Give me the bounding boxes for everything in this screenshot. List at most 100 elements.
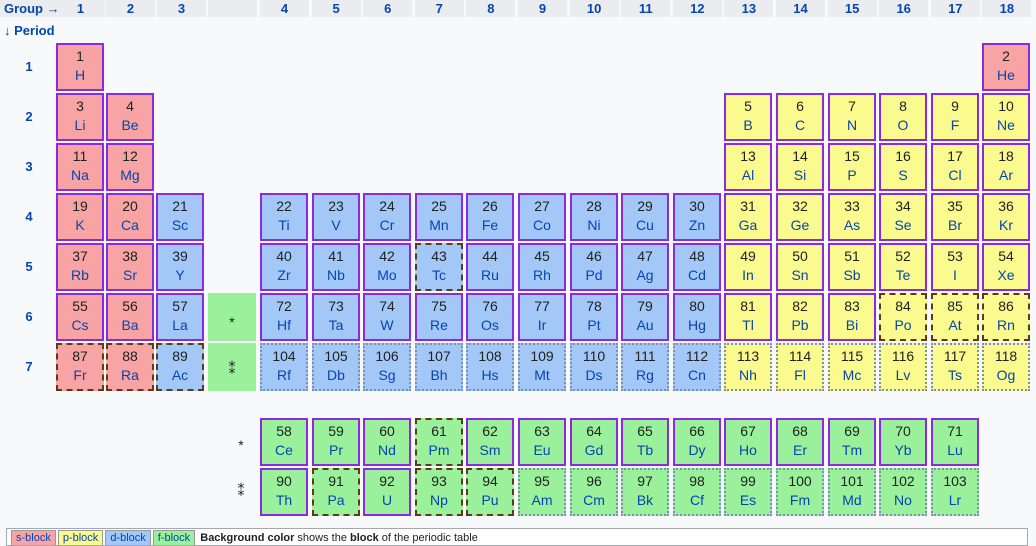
element-symbol[interactable]: Co (520, 215, 564, 235)
element-symbol[interactable]: No (881, 490, 925, 510)
element-symbol[interactable]: Y (158, 265, 202, 285)
element-se[interactable]: 34 Se (879, 193, 927, 241)
element-es[interactable]: 99 Es (724, 468, 772, 516)
element-symbol[interactable]: Tm (830, 440, 874, 460)
element-symbol[interactable]: As (830, 215, 874, 235)
element-symbol[interactable]: Pr (314, 440, 358, 460)
element-symbol[interactable]: Ni (572, 215, 616, 235)
element-ca[interactable]: 20 Ca (106, 193, 154, 241)
element-symbol[interactable]: Cu (623, 215, 667, 235)
element-pm[interactable]: 61 Pm (415, 418, 463, 466)
element-symbol[interactable]: Hf (262, 315, 306, 335)
element-no[interactable]: 102 No (879, 468, 927, 516)
element-symbol[interactable]: Si (778, 165, 822, 185)
legend-chip-s-block[interactable]: s-block (11, 530, 56, 545)
element-symbol[interactable]: Sm (468, 440, 512, 460)
element-symbol[interactable]: Ir (520, 315, 564, 335)
element-symbol[interactable]: Zn (675, 215, 719, 235)
element-symbol[interactable]: Ne (984, 115, 1028, 135)
element-pd[interactable]: 46 Pd (570, 243, 618, 291)
element-symbol[interactable]: O (881, 115, 925, 135)
element-po[interactable]: 84 Po (879, 293, 927, 341)
element-w[interactable]: 74 W (363, 293, 411, 341)
element-symbol[interactable]: Gd (572, 440, 616, 460)
element-symbol[interactable]: Ar (984, 165, 1028, 185)
element-symbol[interactable]: V (314, 215, 358, 235)
element-symbol[interactable]: Md (830, 490, 874, 510)
element-br[interactable]: 35 Br (931, 193, 979, 241)
element-symbol[interactable]: Lv (881, 365, 925, 385)
element-hf[interactable]: 72 Hf (260, 293, 308, 341)
element-bi[interactable]: 83 Bi (828, 293, 876, 341)
element-tb[interactable]: 65 Tb (621, 418, 669, 466)
element-f[interactable]: 9F (931, 93, 979, 141)
element-symbol[interactable]: Ga (726, 215, 770, 235)
element-symbol[interactable]: Ra (108, 365, 152, 385)
element-symbol[interactable]: Sn (778, 265, 822, 285)
element-kr[interactable]: 36 Kr (982, 193, 1030, 241)
element-bh[interactable]: 107 Bh (415, 343, 463, 391)
element-symbol[interactable]: Mo (365, 265, 409, 285)
element-zn[interactable]: 30 Zn (673, 193, 721, 241)
element-i[interactable]: 53 I (931, 243, 979, 291)
element-eu[interactable]: 63 Eu (518, 418, 566, 466)
element-ag[interactable]: 47 Ag (621, 243, 669, 291)
element-hs[interactable]: 108 Hs (466, 343, 514, 391)
element-symbol[interactable]: Nh (726, 365, 770, 385)
element-symbol[interactable]: Rg (623, 365, 667, 385)
element-symbol[interactable]: N (830, 115, 874, 135)
element-symbol[interactable]: Fr (58, 365, 102, 385)
element-symbol[interactable]: Te (881, 265, 925, 285)
element-symbol[interactable]: Ca (108, 215, 152, 235)
element-symbol[interactable]: Cm (572, 490, 616, 510)
element-symbol[interactable]: Sb (830, 265, 874, 285)
element-pb[interactable]: 82 Pb (776, 293, 824, 341)
element-symbol[interactable]: Cd (675, 265, 719, 285)
element-symbol[interactable]: I (933, 265, 977, 285)
element-fe[interactable]: 26 Fe (466, 193, 514, 241)
element-au[interactable]: 79 Au (621, 293, 669, 341)
element-symbol[interactable]: C (778, 115, 822, 135)
element-symbol[interactable]: Yb (881, 440, 925, 460)
element-as[interactable]: 33 As (828, 193, 876, 241)
element-sg[interactable]: 106 Sg (363, 343, 411, 391)
element-n[interactable]: 7N (828, 93, 876, 141)
element-mt[interactable]: 109 Mt (518, 343, 566, 391)
element-symbol[interactable]: Br (933, 215, 977, 235)
element-fl[interactable]: 114 Fl (776, 343, 824, 391)
element-ts[interactable]: 117 Ts (931, 343, 979, 391)
element-symbol[interactable]: Og (984, 365, 1028, 385)
element-in[interactable]: 49 In (724, 243, 772, 291)
element-symbol[interactable]: Pd (572, 265, 616, 285)
element-b[interactable]: 5B (724, 93, 772, 141)
element-cs[interactable]: 55 Cs (56, 293, 104, 341)
element-symbol[interactable]: Mn (417, 215, 461, 235)
element-na[interactable]: 11 Na (56, 143, 104, 191)
element-symbol[interactable]: Na (58, 165, 102, 185)
element-symbol[interactable]: Ti (262, 215, 306, 235)
element-symbol[interactable]: Sg (365, 365, 409, 385)
element-fm[interactable]: 100 Fm (776, 468, 824, 516)
element-symbol[interactable]: Ta (314, 315, 358, 335)
element-symbol[interactable]: Xe (984, 265, 1028, 285)
element-si[interactable]: 14 Si (776, 143, 824, 191)
element-symbol[interactable]: Pa (314, 490, 358, 510)
element-o[interactable]: 8O (879, 93, 927, 141)
element-sm[interactable]: 62 Sm (466, 418, 514, 466)
element-symbol[interactable]: Dy (675, 440, 719, 460)
element-dy[interactable]: 66 Dy (673, 418, 721, 466)
element-symbol[interactable]: Tl (726, 315, 770, 335)
element-symbol[interactable]: Fe (468, 215, 512, 235)
element-nh[interactable]: 113 Nh (724, 343, 772, 391)
element-lu[interactable]: 71 Lu (931, 418, 979, 466)
element-symbol[interactable]: H (58, 65, 102, 85)
element-symbol[interactable]: Hs (468, 365, 512, 385)
element-tl[interactable]: 81 Tl (724, 293, 772, 341)
element-symbol[interactable]: K (58, 215, 102, 235)
element-symbol[interactable]: Nb (314, 265, 358, 285)
element-og[interactable]: 118 Og (982, 343, 1030, 391)
element-nd[interactable]: 60 Nd (363, 418, 411, 466)
element-sr[interactable]: 38 Sr (106, 243, 154, 291)
element-symbol[interactable]: Mg (108, 165, 152, 185)
element-at[interactable]: 85 At (931, 293, 979, 341)
